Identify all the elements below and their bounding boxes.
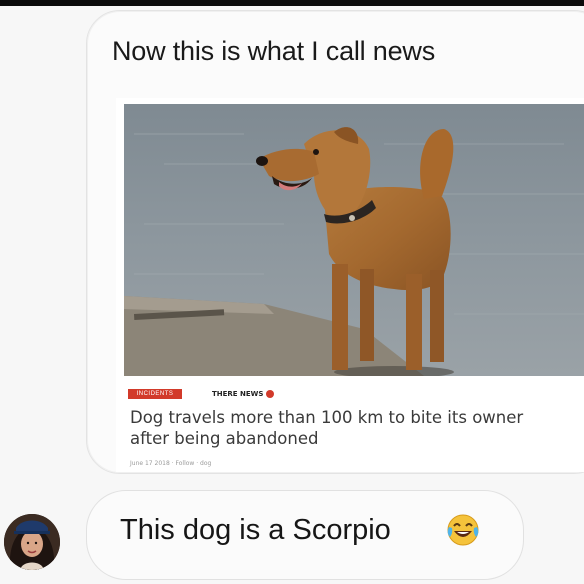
avatar-portrait-icon (4, 514, 60, 570)
site-name: THERE NEWS (212, 390, 264, 398)
article-meta-row: INCIDENTS THERE NEWS (128, 388, 275, 400)
category-badge: INCIDENTS (128, 389, 182, 399)
message-2-text: This dog is a Scorpio (120, 514, 391, 546)
headline-line-2: after being abandoned (130, 429, 319, 448)
message-1-text: Now this is what I call news (112, 36, 436, 66)
dog-photo-illustration (124, 104, 584, 376)
article-photo (124, 104, 584, 376)
site-logo: THERE NEWS (212, 390, 275, 398)
face-with-tears-of-joy-icon (447, 514, 479, 546)
article-headline[interactable]: Dog travels more than 100 km to bite its… (130, 407, 580, 449)
headline-line-1: Dog travels more than 100 km to bite its… (130, 408, 524, 427)
article-byline: June 17 2018 · Follow · dog (130, 460, 212, 467)
user-avatar[interactable] (4, 514, 60, 570)
site-logo-icon (266, 390, 275, 398)
top-strip (0, 0, 584, 6)
